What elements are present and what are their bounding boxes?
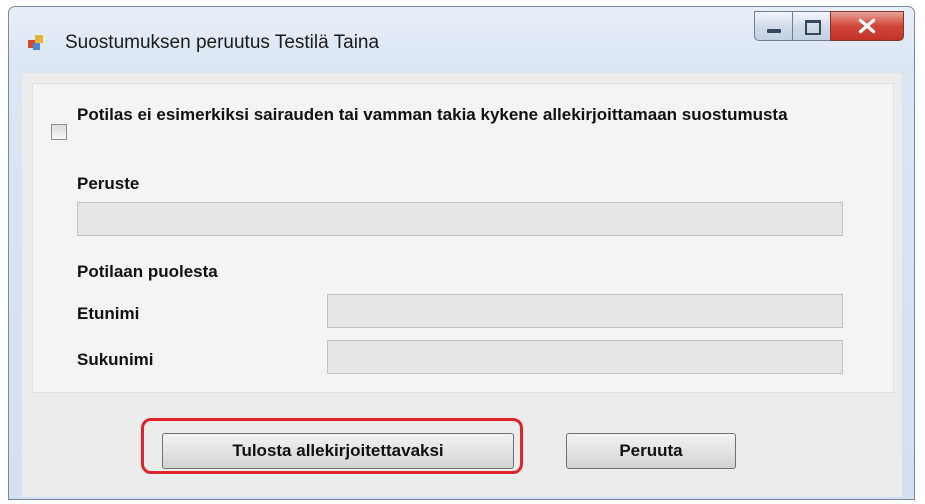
maximize-button[interactable] xyxy=(792,11,830,41)
minimize-icon xyxy=(767,29,781,33)
minimize-button[interactable] xyxy=(754,11,792,41)
app-icon xyxy=(28,35,43,50)
cannot-sign-checkbox[interactable] xyxy=(51,124,67,140)
peruste-label: Peruste xyxy=(77,174,140,193)
sukunimi-input[interactable] xyxy=(327,340,843,374)
title-bar[interactable]: Suostumuksen peruutus Testilä Taina xyxy=(9,7,914,73)
window-title: Suostumuksen peruutus Testilä Taina xyxy=(65,32,380,53)
etunimi-input[interactable] xyxy=(327,294,843,328)
cancel-button[interactable]: Peruuta xyxy=(566,433,736,469)
peruste-input[interactable] xyxy=(77,202,843,236)
etunimi-label: Etunimi xyxy=(77,304,140,323)
maximize-icon xyxy=(805,20,821,35)
close-icon xyxy=(858,18,876,34)
highlight-annotation xyxy=(141,418,523,474)
sukunimi-label: Sukunimi xyxy=(77,350,154,369)
form-group: Potilas ei esimerkiksi sairauden tai vam… xyxy=(32,83,894,393)
cannot-sign-checkbox-label: Potilas ei esimerkiksi sairauden tai vam… xyxy=(77,105,788,124)
window-controls xyxy=(754,11,904,41)
potilaan-puolesta-label: Potilaan puolesta xyxy=(77,262,218,281)
close-button[interactable] xyxy=(830,11,904,41)
